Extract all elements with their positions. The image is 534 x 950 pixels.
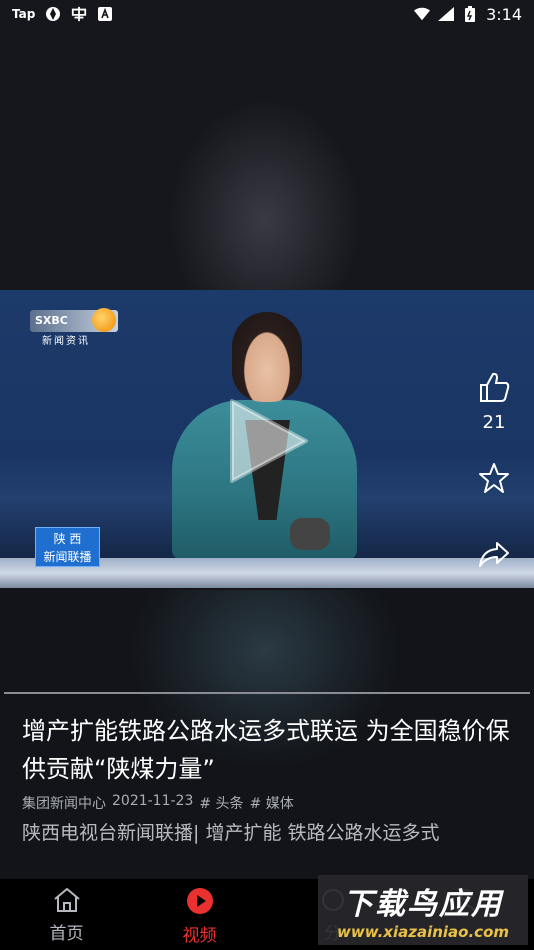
favorite-star-icon[interactable]: [477, 461, 511, 499]
video-side-actions: 21: [474, 370, 514, 573]
app-icon: [45, 6, 61, 22]
battery-icon: [462, 6, 478, 22]
microphone: [290, 518, 330, 550]
blurred-background-top: [0, 0, 534, 290]
article-tag[interactable]: # 媒体: [250, 793, 294, 813]
status-bar: Tap 3:14: [0, 0, 534, 28]
status-right: 3:14: [414, 5, 522, 24]
program-badge: 陕 西 新闻联播: [35, 527, 100, 567]
signal-icon: [438, 6, 455, 22]
anchor-figure-head: [232, 312, 302, 402]
wifi-icon: [414, 6, 431, 22]
home-icon: [53, 887, 81, 917]
channel-logo: SXBC: [30, 308, 118, 332]
video-play-icon: [186, 887, 214, 919]
like-icon[interactable]: [477, 370, 511, 408]
article-title: 增产扩能铁路公路水运多式联运 为全国稳价保供贡献“陕煤力量”: [22, 717, 510, 783]
watermark-url: www.xiazainiao.com: [336, 923, 510, 941]
app-icon-2: [71, 6, 87, 22]
watermark: 下载鸟应用 www.xiazainiao.com: [318, 875, 528, 945]
nav-home-label: 首页: [49, 924, 84, 944]
badge-line-2: 新闻联播: [43, 550, 92, 564]
clock: 3:14: [486, 4, 522, 24]
status-left: Tap: [12, 6, 113, 22]
badge-line-1: 陕 西: [53, 532, 82, 546]
nav-video[interactable]: 视频: [133, 879, 266, 950]
channel-logo-text: SXBC: [35, 314, 68, 327]
article-date: 2021-11-23: [112, 793, 194, 809]
watermark-main: 下载鸟应用: [343, 887, 503, 922]
article-source: 集团新闻中心: [22, 796, 106, 812]
tap-label: Tap: [12, 7, 36, 21]
nav-video-label: 视频: [182, 926, 217, 946]
article-tag[interactable]: # 头条: [199, 793, 243, 813]
video-progress-line[interactable]: [4, 692, 530, 694]
share-arrow-icon[interactable]: [477, 539, 511, 573]
nav-home[interactable]: 首页: [0, 879, 133, 950]
play-button-icon[interactable]: [222, 395, 314, 487]
article-summary: 陕西电视台新闻联播| 增产扩能 铁路公路水运多式: [22, 822, 440, 844]
like-count: 21: [482, 412, 506, 433]
channel-logo-mark: [92, 308, 116, 332]
channel-subtitle: 新闻资讯: [42, 336, 90, 347]
article-meta: 集团新闻中心 2021-11-23 # 头条 # 媒体: [22, 793, 294, 813]
font-icon: [97, 6, 113, 22]
video-player[interactable]: SXBC 新闻资讯 陕 西 新闻联播 21: [0, 290, 534, 588]
